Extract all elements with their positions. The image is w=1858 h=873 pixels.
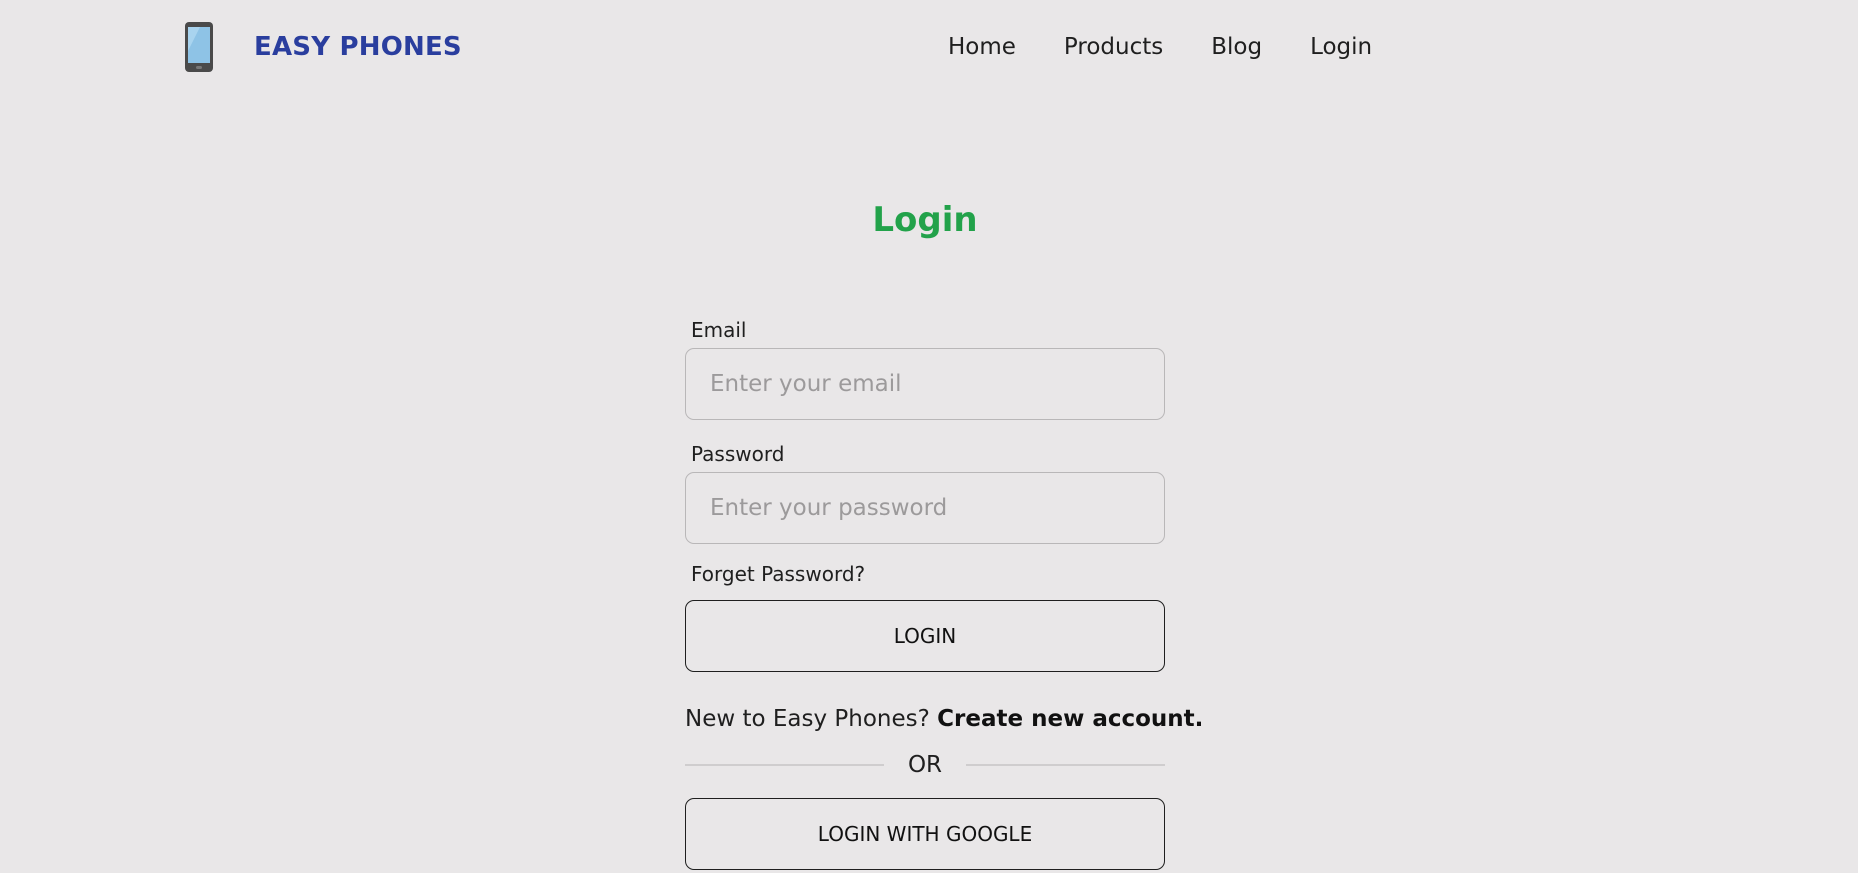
forget-password-link[interactable]: Forget Password? bbox=[691, 562, 1165, 592]
signup-prompt-text: New to Easy Phones? bbox=[685, 706, 938, 732]
create-account-link[interactable]: Create new account. bbox=[937, 706, 1203, 732]
signup-prompt: New to Easy Phones? Create new account. bbox=[685, 706, 1203, 732]
brand-name[interactable]: EASY PHONES bbox=[254, 32, 462, 62]
google-login-button[interactable]: LOGIN WITH GOOGLE bbox=[685, 798, 1165, 870]
nav-login[interactable]: Login bbox=[1310, 34, 1372, 60]
divider-line-left bbox=[685, 764, 884, 766]
nav-blog[interactable]: Blog bbox=[1211, 34, 1262, 60]
email-input[interactable] bbox=[685, 348, 1165, 420]
site-header: EASY PHONES Home Products Blog Login bbox=[0, 0, 1858, 100]
email-label: Email bbox=[691, 318, 747, 342]
page-title: Login bbox=[872, 200, 978, 240]
nav-home[interactable]: Home bbox=[948, 34, 1016, 60]
divider-text: OR bbox=[907, 752, 943, 778]
phone-icon[interactable] bbox=[184, 21, 214, 73]
divider-line-right bbox=[966, 764, 1165, 766]
password-input[interactable] bbox=[685, 472, 1165, 544]
main-nav: Home Products Blog Login bbox=[948, 34, 1420, 60]
password-label: Password bbox=[691, 442, 785, 466]
nav-products[interactable]: Products bbox=[1064, 34, 1163, 60]
or-divider: OR bbox=[685, 752, 1165, 778]
login-form: Email Password Forget Password? LOGIN Ne… bbox=[685, 318, 1203, 870]
login-button[interactable]: LOGIN bbox=[685, 600, 1165, 672]
